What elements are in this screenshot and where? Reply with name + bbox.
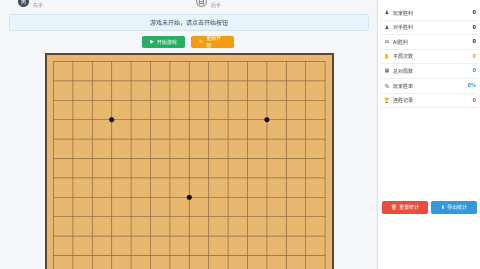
stat-label: 平局次数 [393, 54, 414, 61]
stat-divider [381, 107, 478, 109]
player-white: 白 后手 [196, 0, 221, 9]
stat-divider [381, 19, 478, 21]
stat-icon: ％ [384, 83, 390, 90]
download-icon: ⬇ [440, 204, 446, 211]
game-controls: ▶ 开始游戏 ↻ 重新开始 [0, 36, 376, 49]
start-game-label: 开始游戏 [156, 39, 177, 46]
stat-divider [381, 48, 478, 50]
stat-icon: ♟ [384, 24, 390, 31]
stat-value: 0 [472, 39, 476, 46]
stat-row: ♟ 对手胜利 0 [383, 23, 476, 33]
stats-sidebar: ♟ 玩家胜利 0 ♟ 对手胜利 0 ⚖ AI胜利 0 ✋ 平局次数 0 ▦ 总对局数 0 ％玩家胜率 0% 🏆 连胜… [377, 0, 480, 269]
stat-divider [381, 77, 478, 79]
player-black: 黑 先手 [18, 0, 43, 9]
stat-value: 0 [472, 97, 476, 104]
trash-icon: 🗑 [390, 204, 398, 211]
white-player-avatar: 白 [196, 0, 207, 7]
stat-divider [381, 63, 478, 65]
white-player-role: 后手 [211, 3, 222, 9]
stat-row: 🏆 连胜记录 0 [383, 96, 476, 106]
game-status-message: 游戏未开始，请点击开始按钮 [9, 14, 369, 31]
stat-row: ％玩家胜率 0% [383, 81, 476, 91]
stat-label: 玩家胜率 [393, 83, 414, 90]
stat-divider [381, 92, 478, 94]
stat-label: 总对局数 [393, 68, 414, 75]
restart-icon: ↻ [199, 39, 204, 45]
stat-label: 连胜记录 [393, 98, 414, 105]
restart-game-button[interactable]: ↻ 重新开始 [191, 36, 234, 49]
stat-value: 0% [467, 83, 477, 89]
stat-icon: ♟ [384, 10, 390, 16]
export-stats-button[interactable]: ⬇ 导出统计 [431, 201, 477, 214]
stat-label: 玩家胜利 [393, 10, 414, 17]
stat-icon: ▦ [384, 68, 390, 75]
stat-icon: ⚖ [384, 39, 390, 46]
stat-row: ▦ 总对局数 0 [383, 66, 476, 76]
black-player-avatar: 黑 [18, 0, 29, 7]
stat-value: 0 [472, 68, 476, 75]
go-board[interactable] [45, 53, 334, 269]
play-icon: ▶ [150, 39, 154, 45]
stat-icon: ✋ [383, 53, 391, 60]
stat-value: 0 [472, 53, 476, 60]
reset-stats-button[interactable]: 🗑 重置统计 [382, 201, 428, 214]
stat-row: ⚖ AI胜利 0 [383, 37, 476, 47]
black-player-role: 先手 [33, 3, 44, 9]
export-stats-label: 导出统计 [447, 205, 468, 211]
start-game-button[interactable]: ▶ 开始游戏 [142, 36, 185, 48]
gomoku-app: 黑 先手 白 后手 游戏未开始，请点击开始按钮 ▶ 开始游戏 ↻ 重新开始 ♟ 玩… [0, 0, 480, 269]
game-area: 黑 先手 白 后手 游戏未开始，请点击开始按钮 ▶ 开始游戏 ↻ 重新开始 [0, 0, 376, 269]
stat-icon: 🏆 [383, 97, 391, 104]
stat-divider [381, 34, 478, 36]
stat-row: ♟ 玩家胜利 0 [383, 8, 476, 18]
stone-black [186, 194, 192, 200]
stat-label: AI胜利 [393, 39, 408, 46]
stat-row: ✋ 平局次数 0 [383, 52, 476, 62]
stat-label: 对手胜利 [393, 25, 414, 32]
stone-black [264, 117, 270, 123]
stone-black [109, 117, 115, 123]
restart-game-label: 重新开始 [206, 36, 222, 49]
reset-stats-label: 重置统计 [399, 205, 420, 211]
stat-value: 0 [472, 24, 476, 31]
board-grid[interactable] [47, 55, 332, 269]
stat-value: 0 [472, 10, 476, 16]
